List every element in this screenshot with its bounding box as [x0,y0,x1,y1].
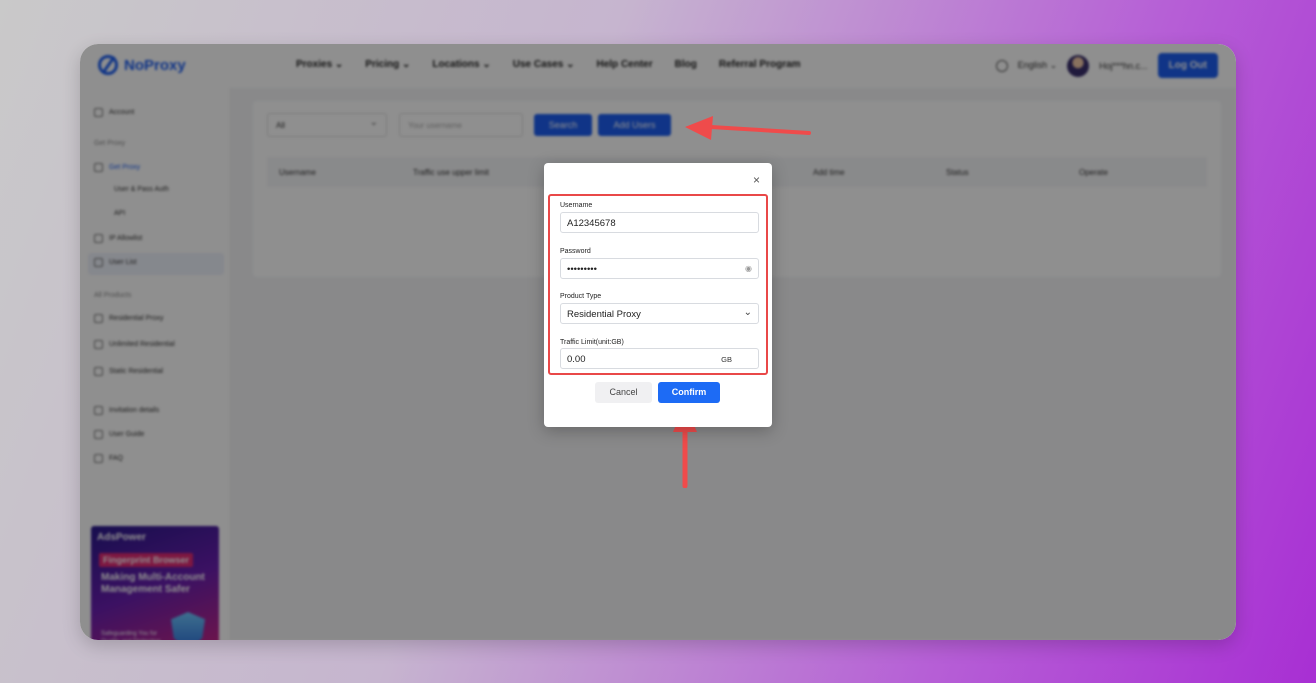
password-label: Password [560,248,591,255]
chevron-down-icon: ⌄ [743,307,752,318]
product-type-label: Product Type [560,293,602,300]
cancel-button[interactable]: Cancel [595,382,652,403]
username-field[interactable]: A12345678 [560,212,759,233]
password-field[interactable]: ••••••••• ◉ [560,258,759,279]
eye-icon[interactable]: ◉ [745,264,752,273]
traffic-limit-value: 0.00 [567,354,586,365]
arrow-left-annotation [685,116,811,140]
form-highlight-box: Username A12345678 Password ••••••••• ◉ … [548,194,768,375]
traffic-limit-field[interactable]: 0.00 GB [560,348,759,369]
product-type-select[interactable]: Residential Proxy ⌄ [560,303,759,324]
password-value: ••••••••• [567,264,597,275]
close-icon[interactable]: × [753,173,760,187]
add-user-modal: × Username A12345678 Password ••••••••• … [544,163,772,427]
traffic-limit-label: Traffic Limit(unit:GB) [560,339,624,346]
product-type-value: Residential Proxy [567,309,641,320]
traffic-unit: GB [721,355,732,364]
username-label: Username [560,202,593,209]
confirm-button[interactable]: Confirm [658,382,720,403]
